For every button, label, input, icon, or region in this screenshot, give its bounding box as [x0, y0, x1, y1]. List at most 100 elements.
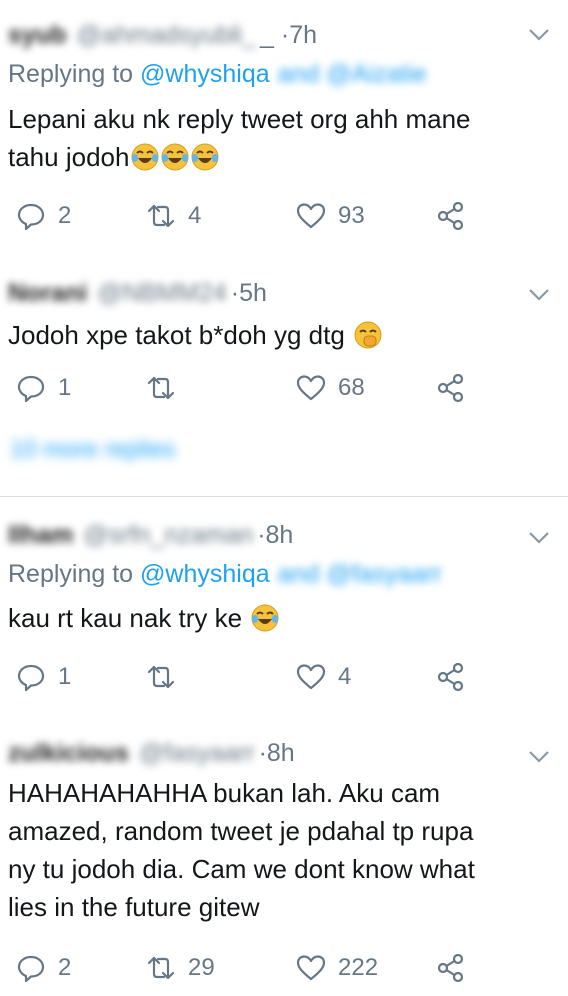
tweet-actions: 2 4 93 — [0, 196, 568, 236]
tweet-4[interactable]: zulkicious @fasyaarr · 8h HAHAHAHAHHA bu… — [0, 720, 568, 996]
tweet-text: Jodoh xpe takot b*doh yg dtg — [8, 316, 556, 354]
tweet-actions: 1 4 — [0, 657, 568, 697]
reply-count: 1 — [58, 663, 72, 690]
like-button[interactable]: 68 — [296, 368, 365, 408]
chevron-down-icon[interactable] — [528, 750, 550, 764]
like-button[interactable]: 4 — [296, 657, 351, 697]
tweet-time: 5h — [239, 278, 267, 307]
heart-icon — [296, 664, 326, 690]
share-button[interactable] — [436, 657, 478, 697]
tweet-dot: _ · — [260, 20, 290, 49]
reply-button[interactable]: 1 — [16, 657, 71, 697]
replying-more[interactable]: and @Aizatie — [278, 60, 427, 88]
tweet-1[interactable]: syub @ahmadsyubli_ _ · 7h Replying to @w… — [0, 0, 568, 250]
tweet-text-line: Lepani aku nk reply tweet org ahh mane — [8, 104, 471, 134]
author-name[interactable]: Norani — [8, 279, 87, 308]
retweet-icon — [147, 376, 175, 400]
author-name[interactable]: zulkicious — [8, 739, 129, 768]
author-name[interactable]: Ilham — [8, 521, 73, 550]
author-handle[interactable]: @ahmadsyubli_ — [76, 21, 256, 50]
tweet-text-line: HAHAHAHAHHA bukan lah. Aku cam — [8, 778, 441, 808]
tweet-text: HAHAHAHAHHA bukan lah. Aku cam amazed, r… — [8, 774, 556, 926]
heart-icon — [296, 203, 326, 229]
tears-of-joy-emoji-icon — [251, 604, 279, 632]
tweet-2[interactable]: Norani @NBMM24 · 5h Jodoh xpe takot b*do… — [0, 250, 568, 496]
retweet-icon — [147, 204, 175, 228]
like-button[interactable]: 93 — [296, 196, 365, 236]
like-count: 93 — [338, 202, 365, 229]
tweet-text-line-with-emoji: Jodoh xpe takot b*doh yg dtg — [8, 316, 556, 354]
like-count: 4 — [338, 663, 352, 690]
share-icon — [437, 953, 464, 983]
reply-count: 2 — [58, 954, 72, 981]
author-handle[interactable]: @srfn_nzaman — [83, 521, 253, 550]
tweet-text-line: ny tu jodoh dia. Cam we dont know what — [8, 854, 475, 884]
tweet-text: kau rt kau nak try ke — [8, 599, 556, 637]
share-icon — [437, 662, 464, 692]
retweet-count: 4 — [188, 202, 202, 229]
author-handle[interactable]: @NBMM24 — [97, 279, 227, 308]
chevron-down-icon[interactable] — [528, 288, 550, 302]
replying-prefix: Replying to — [8, 60, 141, 88]
heart-icon — [296, 375, 326, 401]
reply-icon — [17, 955, 45, 983]
share-button[interactable] — [436, 368, 478, 408]
tweet-text-line: Jodoh xpe takot b*doh yg dtg — [8, 320, 345, 350]
tweet-header: zulkicious @fasyaarr · 8h — [8, 738, 295, 768]
reply-button[interactable]: 2 — [16, 948, 71, 988]
chevron-down-icon[interactable] — [528, 531, 550, 545]
retweet-button[interactable] — [146, 657, 188, 697]
reply-count: 1 — [58, 374, 72, 401]
tweet-header: Ilham @srfn_nzaman · 8h — [8, 520, 293, 550]
tears-of-joy-emoji-icon — [191, 143, 219, 171]
share-icon — [437, 373, 464, 403]
tears-of-joy-emoji-icon — [131, 143, 159, 171]
hand-over-mouth-emoji-icon — [354, 321, 382, 349]
like-button[interactable]: 222 — [296, 948, 378, 988]
reply-button[interactable]: 1 — [16, 368, 71, 408]
tweet-text-line-with-emoji: kau rt kau nak try ke — [8, 599, 556, 637]
tweet-3[interactable]: Ilham @srfn_nzaman · 8h Replying to @why… — [0, 497, 568, 720]
reply-button[interactable]: 2 — [16, 196, 71, 236]
tweet-time: 8h — [266, 738, 295, 767]
tweet-actions: 1 68 — [0, 368, 568, 408]
share-button[interactable] — [436, 196, 478, 236]
tears-of-joy-emoji-icon — [161, 143, 189, 171]
tweet-time: 8h — [265, 520, 294, 549]
reply-icon — [17, 664, 45, 692]
tweet-dot: · — [258, 738, 267, 767]
author-name[interactable]: syub — [8, 21, 66, 50]
like-count: 222 — [338, 954, 379, 981]
tweet-text-line: kau rt kau nak try ke — [8, 603, 243, 633]
share-button[interactable] — [436, 948, 478, 988]
share-icon — [437, 201, 464, 231]
like-count: 68 — [338, 374, 365, 401]
author-handle[interactable]: @fasyaarr — [139, 739, 255, 768]
tweet-text-line: lies in the future gitew — [8, 892, 260, 922]
tweet-header: Norani @NBMM24 · 5h — [8, 278, 267, 308]
retweet-button[interactable] — [146, 368, 188, 408]
tweet-text-line-with-emoji: tahu jodoh — [8, 138, 556, 176]
tweet-time: 7h — [289, 20, 317, 49]
more-replies-link[interactable]: 10 more replies — [10, 436, 175, 464]
replying-handle[interactable]: @whyshiqa — [140, 560, 270, 588]
tweet-dot: · — [230, 278, 240, 307]
tweet-text-line: tahu jodoh — [8, 142, 130, 172]
retweet-button[interactable]: 4 — [146, 196, 201, 236]
reply-count: 2 — [58, 202, 72, 229]
chevron-down-icon[interactable] — [528, 28, 550, 42]
tweet-text-line: amazed, random tweet je pdahal tp rupa — [8, 816, 474, 846]
retweet-count: 29 — [188, 954, 215, 981]
retweet-icon — [147, 956, 175, 980]
replying-more[interactable]: and @fasyaarr — [278, 560, 442, 588]
tweet-text: Lepani aku nk reply tweet org ahh mane t… — [8, 100, 556, 176]
heart-icon — [296, 955, 326, 981]
replying-to: Replying to @whyshiqa and @Aizatie — [8, 60, 427, 89]
retweet-icon — [147, 665, 175, 689]
replying-handle[interactable]: @whyshiqa — [140, 60, 270, 88]
reply-icon — [17, 203, 45, 231]
retweet-button[interactable]: 29 — [146, 948, 215, 988]
replying-to: Replying to @whyshiqa and @fasyaarr — [8, 560, 442, 589]
reply-icon — [17, 375, 45, 403]
tweet-actions: 2 29 222 — [0, 948, 568, 988]
